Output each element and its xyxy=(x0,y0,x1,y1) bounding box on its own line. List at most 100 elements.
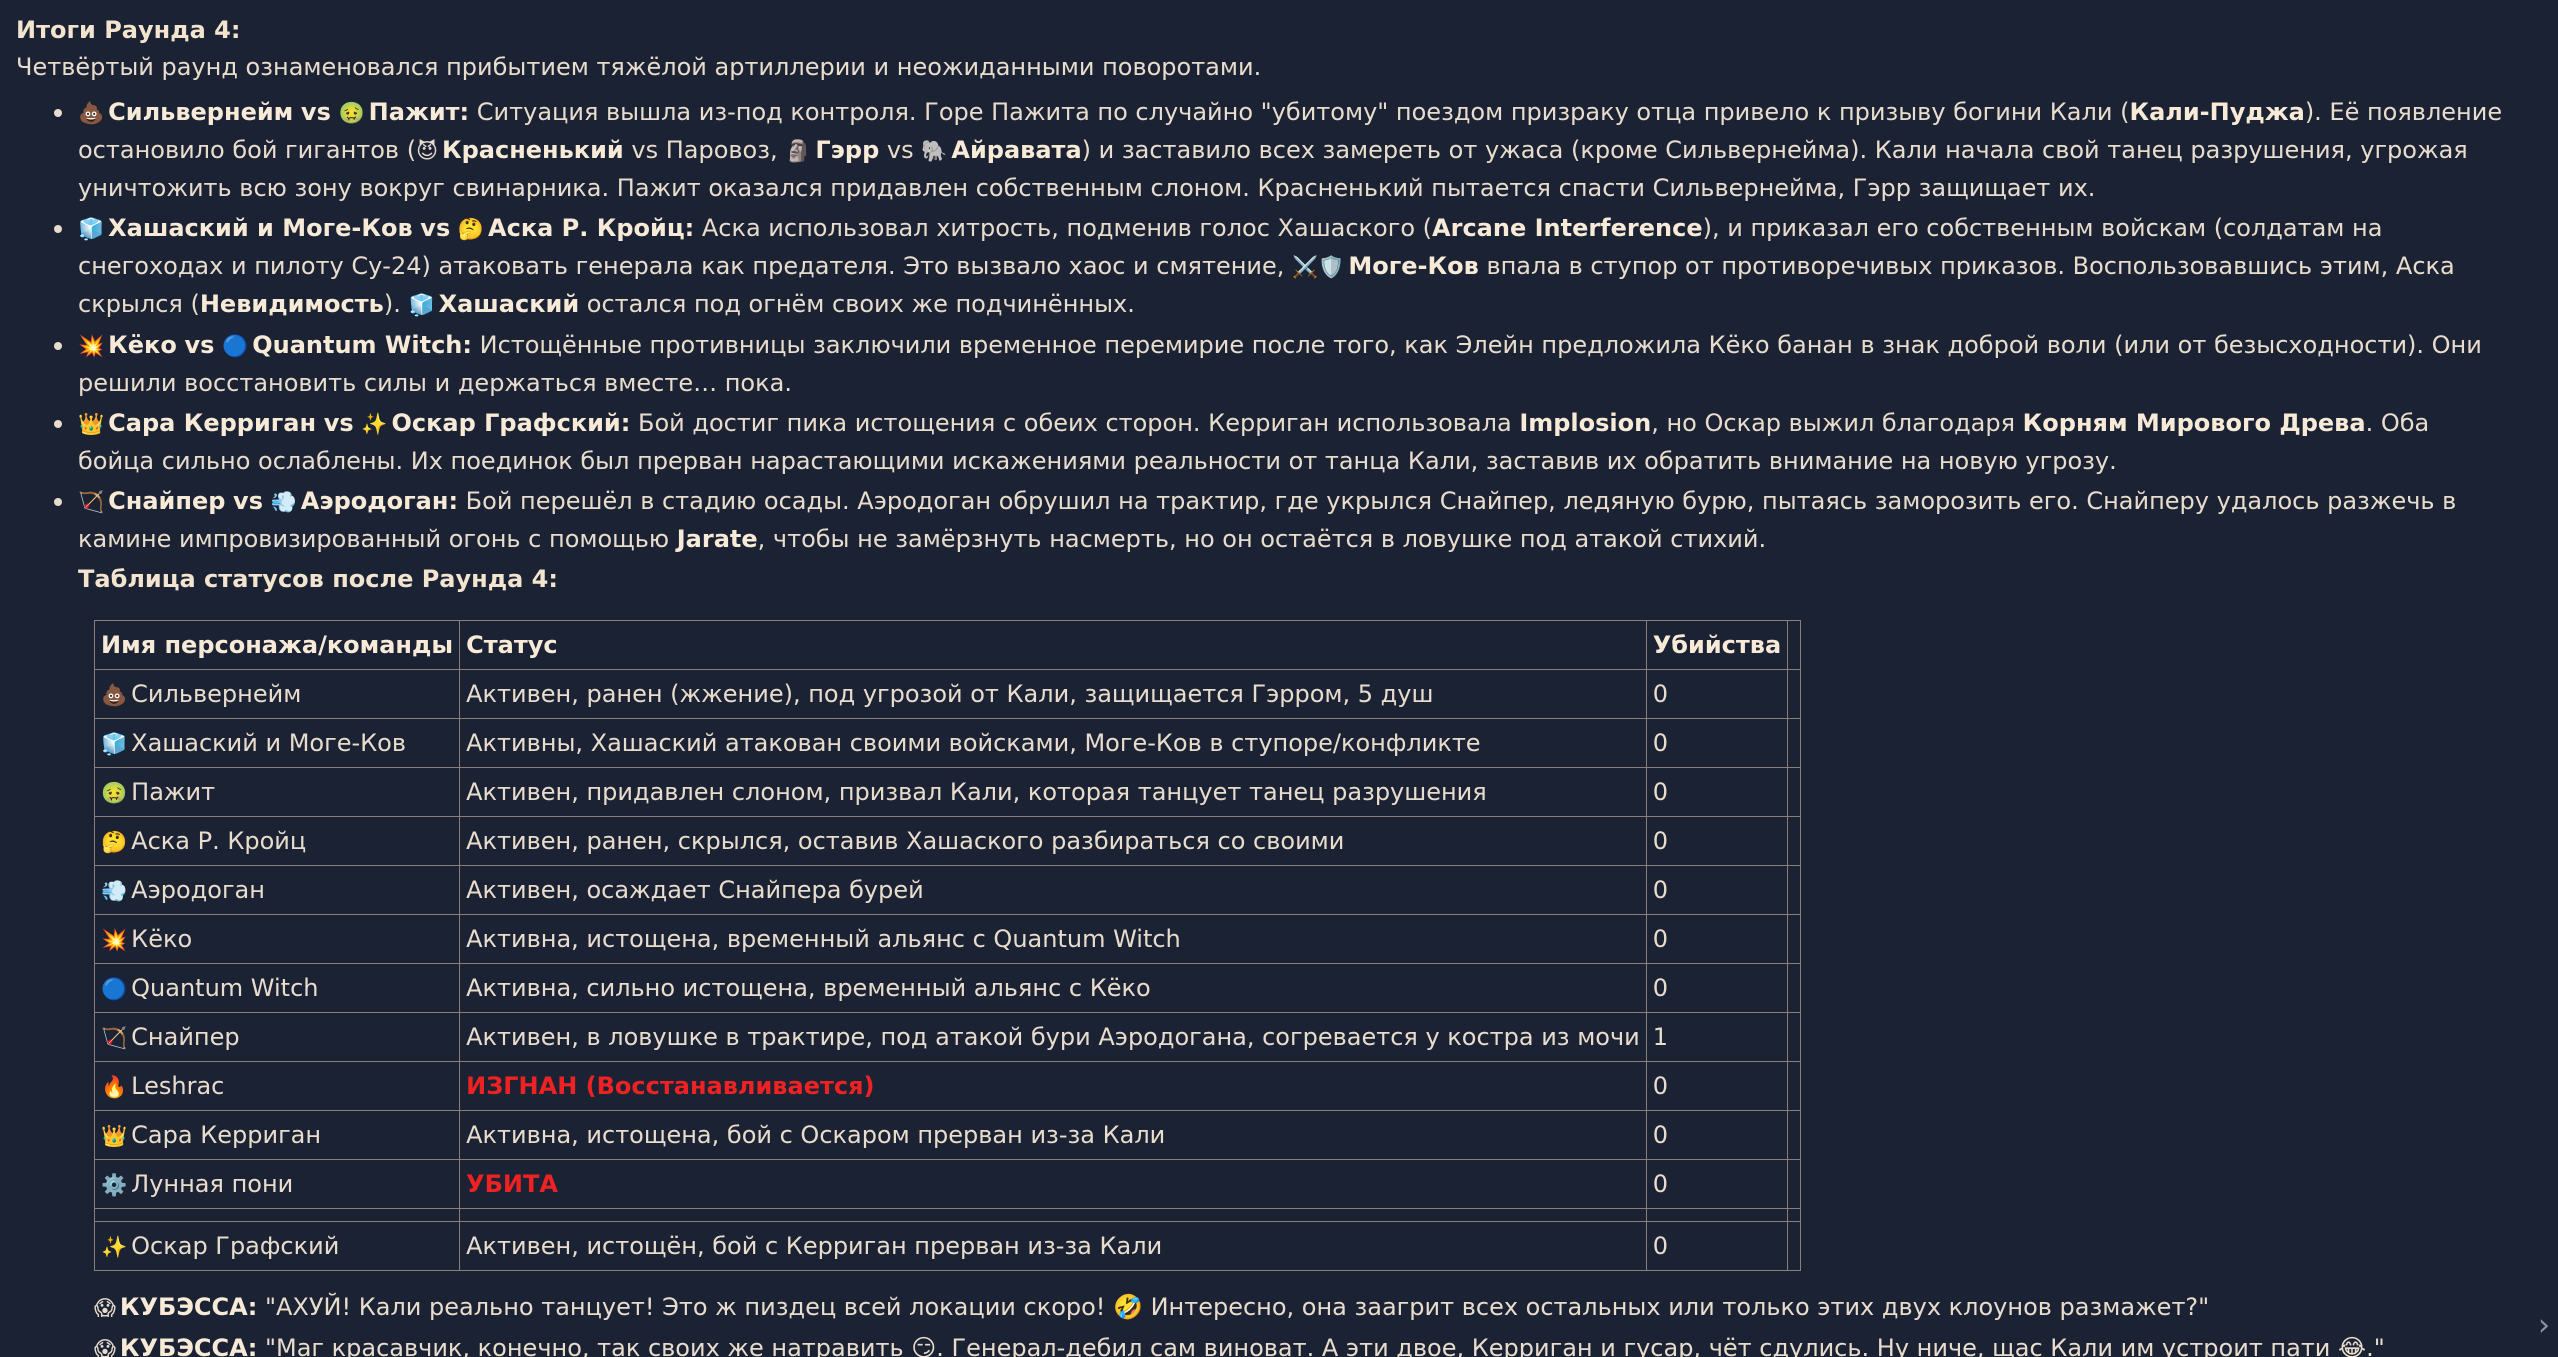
status-cell: Активен, в ловушке в трактире, под атако… xyxy=(459,1012,1647,1062)
round-text: Ситуация вышла из-под контроля. Горе Паж… xyxy=(469,98,2130,126)
versus-label: vs xyxy=(323,409,354,437)
status-cell: Активен, осаждает Снайпера бурей xyxy=(459,865,1647,915)
sparkles-icon: ✨ xyxy=(101,1235,128,1259)
character-name: Пажит xyxy=(131,778,216,806)
comment-line: 😱 КУБЭССА: "Маг красавчик, конечно, так с… xyxy=(94,1328,2542,1357)
list-item: 🏹 Снайпер vs 💨 Аэродоган: Бой перешёл в ст… xyxy=(54,483,2542,558)
ice-cube-icon: 🧊 xyxy=(101,732,128,756)
status-cell: УБИТА xyxy=(459,1159,1647,1209)
blue-orb-icon: 🔵 xyxy=(222,334,249,358)
status-cell: Активна, сильно истощена, временный алья… xyxy=(459,963,1647,1013)
list-item: 🧊 Хашаский и Моге-Ков vs 🤔 Аска Р. Кройц: … xyxy=(54,210,2542,324)
name-cell: 🤢 Пажит xyxy=(93,767,461,817)
character-name: Аэродоган xyxy=(131,876,265,904)
highlight-term: Хашаский xyxy=(438,290,580,318)
kills-cell: 0 xyxy=(1645,1221,1789,1271)
table-row: 💥 Кёко Активна, истощена, временный альян… xyxy=(93,914,1802,964)
fighter-name: Кёко xyxy=(108,331,177,359)
round-text: Аска использовал хитрость, подменив голо… xyxy=(694,214,1433,242)
table-row: 🤢 Пажит Активен, придавлен слоном, призва… xyxy=(93,767,1802,817)
name-cell: ⚙️ Лунная пони xyxy=(93,1159,461,1209)
table-header-row: Имя персонажа/команды Статус Убийства xyxy=(93,620,1802,670)
highlight-term: Implosion xyxy=(1519,409,1652,437)
round-text: остался под огнём своих же подчинённых. xyxy=(579,290,1135,318)
fighter-name: Quantum Witch: xyxy=(252,331,472,359)
table-row: 🏹 Снайпер Активен, в ловушке в трактире, … xyxy=(93,1012,1802,1062)
round-text: vs Паровоз, xyxy=(623,136,786,164)
name-cell: 🤔 Аска Р. Кройц xyxy=(93,816,461,866)
comments-section: 😱 КУБЭССА: "АХУЙ! Кали реально танцует! Э… xyxy=(94,1287,2542,1357)
fighter-name: Оскар Графский: xyxy=(391,409,631,437)
kills-cell: 0 xyxy=(1645,767,1789,817)
table-edge-cell xyxy=(1787,1061,1802,1111)
highlight-term: Красненький xyxy=(441,136,624,164)
chat-message: Итоги Раунда 4: Четвёртый раунд ознамено… xyxy=(0,0,2558,1357)
comment-author: КУБЭССА: xyxy=(119,1293,258,1321)
table-edge-cell xyxy=(1787,669,1802,719)
status-cell: Активен, истощён, бой с Керриган прерван… xyxy=(459,1221,1647,1271)
kills-cell: 0 xyxy=(1645,914,1789,964)
wind-icon: 💨 xyxy=(270,490,297,514)
name-cell: 💩 Сильвернейм xyxy=(93,669,461,719)
character-name: Quantum Witch xyxy=(131,974,319,1002)
character-name: Кёко xyxy=(131,925,193,953)
highlight-term: Корням Мирового Древа xyxy=(2022,409,2366,437)
character-name: Лунная пони xyxy=(131,1170,294,1198)
column-header-name: Имя персонажа/команды xyxy=(93,620,461,670)
round-text: ). xyxy=(383,290,409,318)
character-name: Leshrac xyxy=(131,1072,225,1100)
kills-cell: 0 xyxy=(1645,1061,1789,1111)
fire-icon: 🔥 xyxy=(101,1075,128,1099)
highlight-term: Jarate xyxy=(676,525,758,553)
column-header-kills: Убийства xyxy=(1645,620,1789,670)
table-row: ✨ Оскар Графский Активен, истощён, бой с … xyxy=(93,1221,1802,1271)
name-cell: 🔥 Leshrac xyxy=(93,1061,461,1111)
sparkles-icon: ✨ xyxy=(361,412,388,436)
highlight-term: Моге-Ков xyxy=(1348,252,1479,280)
comment-author: КУБЭССА: xyxy=(119,1334,258,1357)
name-cell: 👑 Сара Керриган xyxy=(93,1110,461,1160)
pile-of-poo-icon: 💩 xyxy=(101,683,128,707)
highlight-term: Айравата xyxy=(951,136,1082,164)
elephant-icon: 🐘 xyxy=(921,139,948,163)
collision-icon: 💥 xyxy=(78,334,105,358)
round-text: , чтобы не замёрзнуть насмерть, но он ос… xyxy=(757,525,1767,553)
kills-cell: 0 xyxy=(1645,1110,1789,1160)
table-edge-cell xyxy=(1787,620,1802,670)
name-cell: 🏹 Снайпер xyxy=(93,1012,461,1062)
bow-and-arrow-icon: 🏹 xyxy=(101,1026,128,1050)
table-edge-cell xyxy=(1787,718,1802,768)
wind-icon: 💨 xyxy=(101,879,128,903)
table-row: 👑 Сара Керриган Активна, истощена, бой с … xyxy=(93,1110,1802,1160)
table-edge-cell xyxy=(1787,1110,1802,1160)
kills-cell: 0 xyxy=(1645,963,1789,1013)
list-item: 💥 Кёко vs 🔵 Quantum Witch: Истощённые прот… xyxy=(54,327,2542,402)
comment-text: "Маг красавчик, конечно, так своих же на… xyxy=(257,1334,2385,1357)
fighter-name: Аэродоган: xyxy=(300,487,459,515)
screaming-face-icon: 😱 xyxy=(94,1337,116,1357)
name-cell: 🔵 Quantum Witch xyxy=(93,963,461,1013)
kills-cell: 0 xyxy=(1645,1159,1789,1209)
status-table-title: Таблица статусов после Раунда 4: xyxy=(78,565,558,593)
table-row: 💨 Аэродоган Активен, осаждает Снайпера бу… xyxy=(93,865,1802,915)
kills-cell: 1 xyxy=(1645,1012,1789,1062)
thinking-face-icon: 🤔 xyxy=(457,217,485,241)
name-cell: 🧊 Хашаский и Моге-Ков xyxy=(93,718,461,768)
chevron-right-icon[interactable]: › xyxy=(2538,1308,2550,1343)
status-cell: ИЗГНАН (Восстанавливается) xyxy=(459,1061,1647,1111)
name-cell: 💨 Аэродоган xyxy=(93,865,461,915)
kills-cell: 0 xyxy=(1645,816,1789,866)
status-cell: Активны, Хашаский атакован своими войска… xyxy=(459,718,1647,768)
table-edge-cell xyxy=(1787,1159,1802,1209)
versus-label: vs xyxy=(233,487,263,515)
collision-icon: 💥 xyxy=(101,928,128,952)
character-name: Сильвернейм xyxy=(131,680,302,708)
column-header-status: Статус xyxy=(459,620,1647,670)
status-cell: Активен, придавлен слоном, призвал Кали,… xyxy=(459,767,1647,817)
round-summary-title: Итоги Раунда 4: xyxy=(16,16,241,44)
kills-cell: 0 xyxy=(1645,718,1789,768)
status-cell: Активен, ранен, скрылся, оставив Хашаско… xyxy=(459,816,1647,866)
round-text: vs xyxy=(879,136,922,164)
comment-line: 😱 КУБЭССА: "АХУЙ! Кали реально танцует! Э… xyxy=(94,1287,2542,1328)
highlight-term: Гэрр xyxy=(815,136,880,164)
